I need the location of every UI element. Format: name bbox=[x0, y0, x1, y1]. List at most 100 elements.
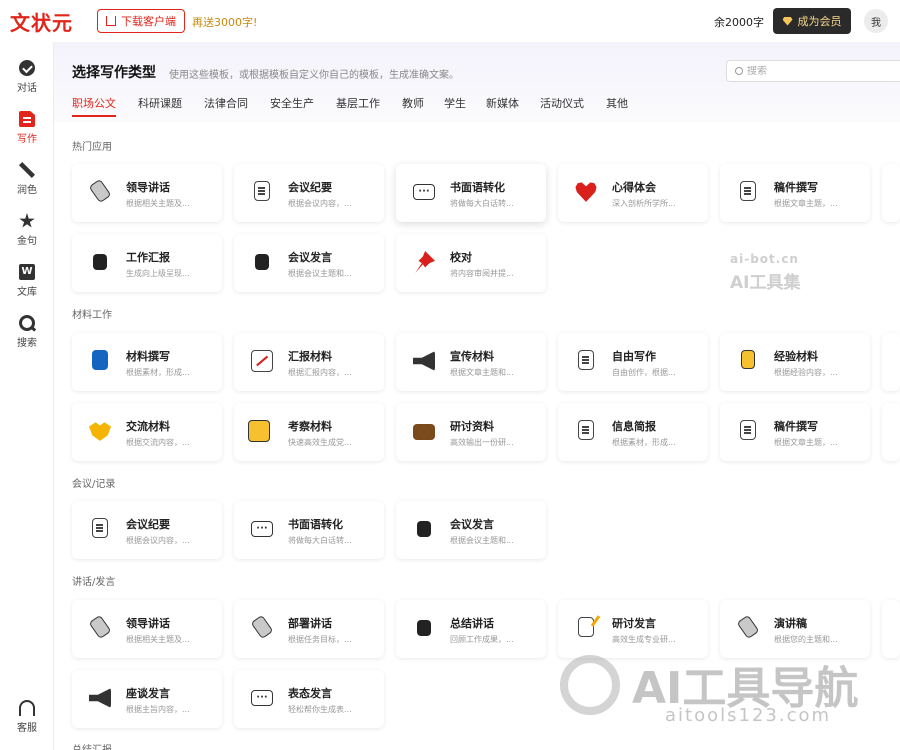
template-card[interactable]: 会议发言 根据会议主题和... bbox=[234, 234, 384, 292]
card-title: 研讨资料 bbox=[450, 420, 494, 433]
template-card[interactable]: 交流材料 根据交流内容，... bbox=[72, 403, 222, 461]
template-card[interactable]: 校对 将内容审阅并提... bbox=[396, 234, 546, 292]
sidebar-item-library[interactable]: W 文库 bbox=[0, 260, 54, 304]
watermark-logo-icon bbox=[560, 655, 620, 715]
section-title: 材料工作 bbox=[72, 310, 112, 321]
tab-research[interactable]: 科研课题 bbox=[138, 95, 182, 111]
card-desc: 根据会议主题和... bbox=[450, 536, 514, 545]
template-card[interactable]: 研讨发言 高效生成专业研... bbox=[558, 600, 708, 658]
card-desc: 快速高效生成党... bbox=[288, 438, 352, 447]
card-title: 工作汇报 bbox=[126, 251, 170, 264]
template-card[interactable]: 汇报材料 根据汇报内容，... bbox=[234, 333, 384, 391]
download-client-button[interactable]: 下载客户端 bbox=[97, 9, 185, 33]
document-icon bbox=[578, 420, 594, 440]
template-card[interactable]: 心得体会 深入剖析所学所... bbox=[558, 164, 708, 222]
chart-icon bbox=[251, 350, 273, 372]
template-card[interactable]: 研讨资料 高效输出一份研... bbox=[396, 403, 546, 461]
card-desc: 根据您的主题和... bbox=[774, 635, 838, 644]
template-card[interactable]: 书面语转化 将做每大白话转... bbox=[396, 164, 546, 222]
avatar[interactable]: 我 bbox=[864, 9, 888, 33]
template-card[interactable]: 表态发言 轻松帮你生成表... bbox=[234, 670, 384, 728]
template-card[interactable]: 领导讲话 根据相关主题及... bbox=[72, 164, 222, 222]
template-card[interactable]: 稿件撰写 根据文章主题，... bbox=[720, 403, 870, 461]
sidebar-item-polish[interactable]: 润色 bbox=[0, 158, 54, 202]
handshake-icon bbox=[89, 422, 111, 441]
become-member-button[interactable]: 成为会员 bbox=[773, 8, 851, 34]
search-box[interactable] bbox=[726, 60, 900, 82]
template-card[interactable]: 演讲稿 根据您的主题和... bbox=[720, 600, 870, 658]
template-card[interactable]: 稿件撰写 根据文章主题，... bbox=[720, 164, 870, 222]
card-desc: 将做每大白话转... bbox=[450, 199, 514, 208]
document-icon bbox=[740, 420, 756, 440]
template-card[interactable]: 经验材料 根据经验内容，... bbox=[720, 333, 870, 391]
card-title: 稿件撰写 bbox=[774, 420, 818, 433]
sidebar-item-label: 文库 bbox=[17, 287, 37, 298]
card-title: 校对 bbox=[450, 251, 472, 264]
sidebar-item-label: 写作 bbox=[17, 134, 37, 145]
search-input[interactable] bbox=[747, 65, 887, 77]
search-icon bbox=[19, 315, 35, 331]
template-card-partial[interactable] bbox=[882, 600, 900, 658]
card-desc: 根据素材，形成... bbox=[126, 368, 190, 377]
card-title: 书面语转化 bbox=[450, 181, 505, 194]
sidebar-item-write[interactable]: 写作 bbox=[0, 107, 54, 151]
template-card[interactable]: 部署讲话 根据任务目标，... bbox=[234, 600, 384, 658]
template-card[interactable]: 工作汇报 生成向上级呈现... bbox=[72, 234, 222, 292]
document-icon bbox=[578, 350, 594, 370]
card-title: 会议纪要 bbox=[126, 518, 170, 531]
tab-events[interactable]: 活动仪式 bbox=[540, 95, 584, 111]
template-card[interactable]: 宣传材料 根据文章主题和... bbox=[396, 333, 546, 391]
heart-icon bbox=[575, 182, 597, 202]
template-card[interactable]: 会议发言 根据会议主题和... bbox=[396, 501, 546, 559]
megaphone-icon bbox=[413, 351, 435, 371]
document-icon bbox=[92, 518, 108, 538]
template-card[interactable]: 总结讲话 回顾工作成果，... bbox=[396, 600, 546, 658]
template-card[interactable]: 会议纪要 根据会议内容，... bbox=[234, 164, 384, 222]
card-title: 领导讲话 bbox=[126, 617, 170, 630]
card-title: 表态发言 bbox=[288, 687, 332, 700]
card-desc: 根据交流内容，... bbox=[126, 438, 190, 447]
template-card[interactable]: 书面语转化 将做每大白话转... bbox=[234, 501, 384, 559]
tab-legal[interactable]: 法律合同 bbox=[204, 95, 248, 111]
tab-teacher[interactable]: 教师 bbox=[402, 95, 424, 111]
search-icon bbox=[735, 67, 743, 75]
template-card[interactable]: 考察材料 快速高效生成党... bbox=[234, 403, 384, 461]
headset-icon bbox=[19, 700, 35, 716]
template-card-partial[interactable] bbox=[882, 164, 900, 222]
tab-other[interactable]: 其他 bbox=[606, 95, 628, 111]
app-logo[interactable]: 文状元 bbox=[10, 7, 73, 36]
section-title: 热门应用 bbox=[72, 142, 112, 153]
tab-student[interactable]: 学生 bbox=[444, 95, 466, 111]
template-card[interactable]: 座谈发言 根据主旨内容，... bbox=[72, 670, 222, 728]
tab-grassroots[interactable]: 基层工作 bbox=[336, 95, 380, 111]
tab-workplace[interactable]: 职场公文 bbox=[72, 95, 116, 117]
template-card-partial[interactable] bbox=[882, 333, 900, 391]
sidebar-item-golden-sentences[interactable]: 金句 bbox=[0, 209, 54, 253]
template-card[interactable]: 领导讲话 根据相关主题及... bbox=[72, 600, 222, 658]
card-title: 会议发言 bbox=[288, 251, 332, 264]
page-subtitle: 使用这些模板，或根据模板自定义你自己的模板，生成准确文案。 bbox=[169, 70, 459, 81]
write-icon bbox=[19, 111, 35, 127]
tab-safety[interactable]: 安全生产 bbox=[270, 95, 314, 111]
lightbulb-icon bbox=[741, 350, 755, 369]
template-card-partial[interactable] bbox=[882, 403, 900, 461]
template-card[interactable]: 材料撰写 根据素材，形成... bbox=[72, 333, 222, 391]
microphone-icon bbox=[250, 614, 274, 640]
template-card[interactable]: 自由写作 自由创作，根据... bbox=[558, 333, 708, 391]
template-card[interactable]: 信息简报 根据素材，形成... bbox=[558, 403, 708, 461]
card-desc: 根据会议内容，... bbox=[126, 536, 190, 545]
card-desc: 将内容审阅并提... bbox=[450, 269, 514, 278]
sidebar-item-label: 润色 bbox=[17, 185, 37, 196]
card-title: 考察材料 bbox=[288, 420, 332, 433]
sidebar-item-search[interactable]: 搜索 bbox=[0, 311, 54, 355]
sidebar-item-support[interactable]: 客服 bbox=[0, 696, 54, 740]
card-desc: 根据任务目标，... bbox=[288, 635, 352, 644]
card-desc: 生成向上级呈现... bbox=[126, 269, 190, 278]
sidebar-item-chat[interactable]: 对话 bbox=[0, 56, 54, 100]
template-card[interactable]: 会议纪要 根据会议内容，... bbox=[72, 501, 222, 559]
technologist-icon bbox=[248, 420, 270, 442]
section-title: 会议/记录 bbox=[72, 479, 116, 490]
card-desc: 高效输出一份研... bbox=[450, 438, 514, 447]
tab-new-media[interactable]: 新媒体 bbox=[486, 95, 519, 111]
speaking-head-icon bbox=[255, 254, 269, 270]
